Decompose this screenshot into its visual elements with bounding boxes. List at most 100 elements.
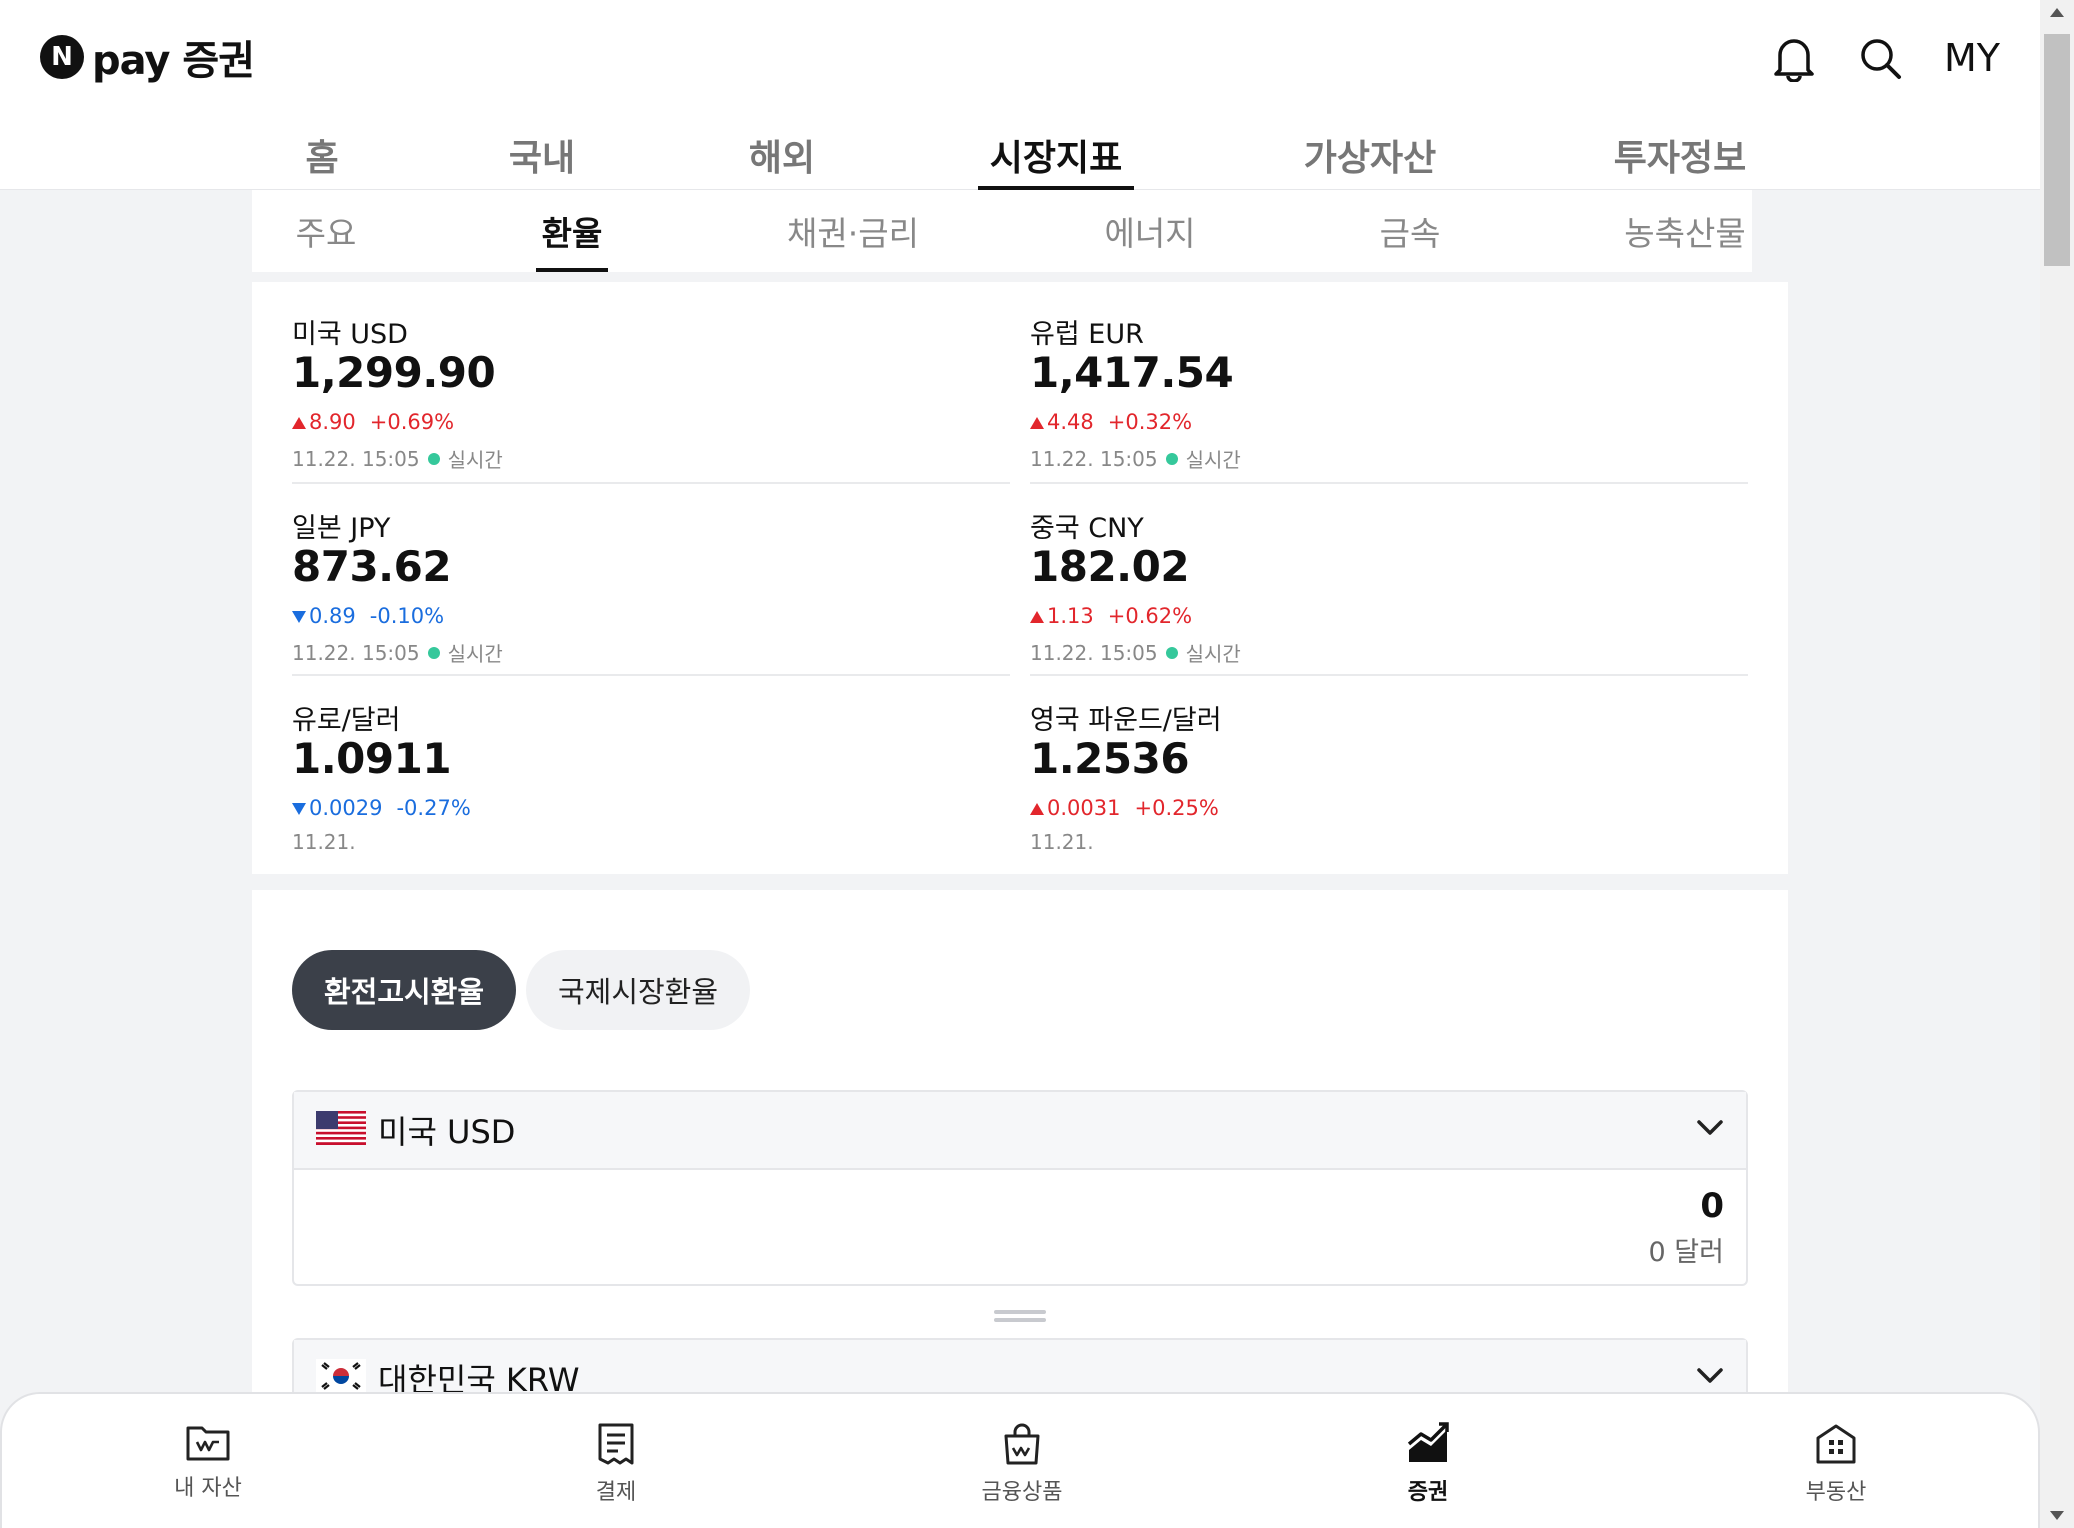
rate-time: 11.22. 15:05: [1030, 640, 1158, 665]
chevron-down-icon[interactable]: [1696, 1367, 1724, 1389]
up-arrow-icon: [1030, 803, 1044, 815]
tab-market-indicators[interactable]: 시장지표: [978, 120, 1134, 190]
bell-icon[interactable]: [1772, 34, 1816, 82]
subtab-energy[interactable]: 에너지: [1100, 190, 1200, 272]
chip-international-rate[interactable]: 국제시장환율: [526, 950, 750, 1030]
rate-time: 11.21.: [1030, 830, 1094, 854]
rate-change: 1.13 +0.62%: [1030, 604, 1192, 628]
realtime-dot-icon: [427, 452, 440, 465]
nav-securities[interactable]: 증권: [1348, 1422, 1508, 1506]
rate-change-amount: 1.13: [1047, 604, 1094, 628]
building-icon: [1814, 1422, 1858, 1466]
rate-item-gbp-usd[interactable]: 영국 파운드/달러 1.2536 0.0031 +0.25% 11.21.: [1030, 678, 1748, 870]
subtab-metal[interactable]: 금속: [1376, 190, 1444, 272]
rate-change-percent: -0.27%: [396, 796, 471, 820]
rate-change-amount: 8.90: [309, 410, 356, 434]
rate-change: 0.89 -0.10%: [292, 604, 444, 628]
page-scrollbar[interactable]: [2040, 0, 2074, 1528]
my-menu-button[interactable]: MY: [1944, 36, 2000, 80]
stock-chart-icon: [1405, 1422, 1451, 1466]
realtime-label: 실시간: [1185, 448, 1241, 472]
tab-overseas[interactable]: 해외: [742, 120, 822, 190]
rate-time: 11.22. 15:05: [292, 640, 420, 665]
rate-item-cny[interactable]: 중국 CNY 182.02 1.13 +0.62% 11.22. 15:05 실시…: [1030, 486, 1748, 678]
currency-from-box: 미국 USD 0 0 달러: [292, 1090, 1748, 1286]
up-arrow-icon: [1030, 611, 1044, 623]
rate-name: 중국 CNY: [1030, 513, 1144, 544]
divider: [292, 674, 1010, 676]
subtab-exchange-rate[interactable]: 환율: [536, 190, 608, 272]
npay-logo-badge: N: [40, 35, 84, 79]
rate-name: 일본 JPY: [292, 513, 391, 544]
rate-change: 4.48 +0.32%: [1030, 410, 1192, 434]
nav-financial-products[interactable]: 금융상품: [942, 1422, 1102, 1506]
divider: [1030, 674, 1748, 676]
rate-value: 1.2536: [1030, 734, 1190, 783]
search-icon[interactable]: [1858, 36, 1902, 80]
rate-value: 1.0911: [292, 734, 452, 783]
currency-from-name: 미국 USD: [378, 1113, 516, 1151]
tab-virtual-assets[interactable]: 가상자산: [1290, 120, 1450, 190]
subtab-agriculture[interactable]: 농축산물: [1618, 190, 1752, 272]
npay-logo[interactable]: N pay 증권: [40, 32, 255, 84]
nav-label: 내 자산: [174, 1476, 242, 1501]
rate-name: 유로/달러: [292, 705, 401, 736]
rate-value: 182.02: [1030, 542, 1190, 591]
rate-change-percent: +0.32%: [1107, 410, 1193, 434]
wallet-icon: [185, 1422, 231, 1462]
rate-time: 11.22. 15:05: [292, 446, 420, 471]
rate-name: 미국 USD: [292, 319, 408, 350]
nav-payment[interactable]: 결제: [536, 1422, 696, 1506]
us-flag-icon: [316, 1111, 366, 1149]
rate-meta: 11.22. 15:05 실시간: [1030, 444, 1241, 473]
rate-meta: 11.22. 15:05 실시간: [1030, 638, 1241, 667]
down-arrow-icon: [292, 803, 306, 815]
currency-from-unit: 0 달러: [1648, 1237, 1724, 1268]
scroll-down-arrow-icon[interactable]: [2050, 1511, 2064, 1520]
scroll-up-arrow-icon[interactable]: [2050, 8, 2064, 17]
rate-change-amount: 0.0031: [1047, 796, 1121, 820]
nav-label: 금융상품: [981, 1480, 1063, 1505]
rate-change-amount: 0.89: [309, 604, 356, 628]
realtime-label: 실시간: [1185, 642, 1241, 666]
nav-my-assets[interactable]: 내 자산: [128, 1422, 288, 1502]
currency-from-selector[interactable]: 미국 USD: [294, 1092, 1746, 1170]
divider: [1030, 482, 1748, 484]
rate-change-amount: 4.48: [1047, 410, 1094, 434]
drag-handle-icon[interactable]: [994, 1318, 1046, 1322]
subtab-bond-interest[interactable]: 채권·금리: [780, 190, 926, 272]
scroll-thumb[interactable]: [2044, 34, 2070, 266]
rate-time: 11.22. 15:05: [1030, 446, 1158, 471]
receipt-icon: [596, 1422, 636, 1466]
rate-change: 0.0031 +0.25%: [1030, 796, 1219, 820]
nav-real-estate[interactable]: 부동산: [1756, 1422, 1916, 1506]
rate-name: 유럽 EUR: [1030, 319, 1144, 350]
nav-label: 부동산: [1805, 1480, 1867, 1505]
rate-meta: 11.21.: [292, 830, 356, 854]
realtime-label: 실시간: [447, 642, 503, 666]
rate-item-jpy[interactable]: 일본 JPY 873.62 0.89 -0.10% 11.22. 15:05 실시…: [292, 486, 1010, 678]
subtab-major[interactable]: 주요: [292, 190, 360, 272]
rate-meta: 11.21.: [1030, 830, 1094, 854]
realtime-label: 실시간: [447, 448, 503, 472]
currency-from-input[interactable]: 0 0 달러: [294, 1170, 1746, 1284]
tab-investment-info[interactable]: 투자정보: [1600, 120, 1760, 190]
rate-item-eur-usd[interactable]: 유로/달러 1.0911 0.0029 -0.27% 11.21.: [292, 678, 1010, 870]
rate-item-eur[interactable]: 유럽 EUR 1,417.54 4.48 +0.32% 11.22. 15:05…: [1030, 292, 1748, 484]
drag-handle-icon[interactable]: [994, 1310, 1046, 1314]
chip-exchange-notice-rate[interactable]: 환전고시환율: [292, 950, 516, 1030]
rate-change-amount: 0.0029: [309, 796, 383, 820]
rate-item-usd[interactable]: 미국 USD 1,299.90 8.90 +0.69% 11.22. 15:05…: [292, 292, 1010, 484]
shopping-bag-icon: [1000, 1422, 1044, 1466]
rate-change-percent: -0.10%: [369, 604, 445, 628]
rate-change-percent: +0.62%: [1107, 604, 1193, 628]
rate-meta: 11.22. 15:05 실시간: [292, 444, 503, 473]
chevron-down-icon[interactable]: [1696, 1119, 1724, 1141]
npay-logo-text: pay 증권: [92, 38, 255, 84]
tab-domestic[interactable]: 국내: [502, 120, 582, 190]
header-actions: MY: [1772, 30, 2000, 86]
realtime-dot-icon: [427, 646, 440, 659]
tab-home[interactable]: 홈: [292, 120, 352, 190]
rate-change-percent: +0.69%: [369, 410, 455, 434]
nav-label: 결제: [595, 1480, 637, 1505]
